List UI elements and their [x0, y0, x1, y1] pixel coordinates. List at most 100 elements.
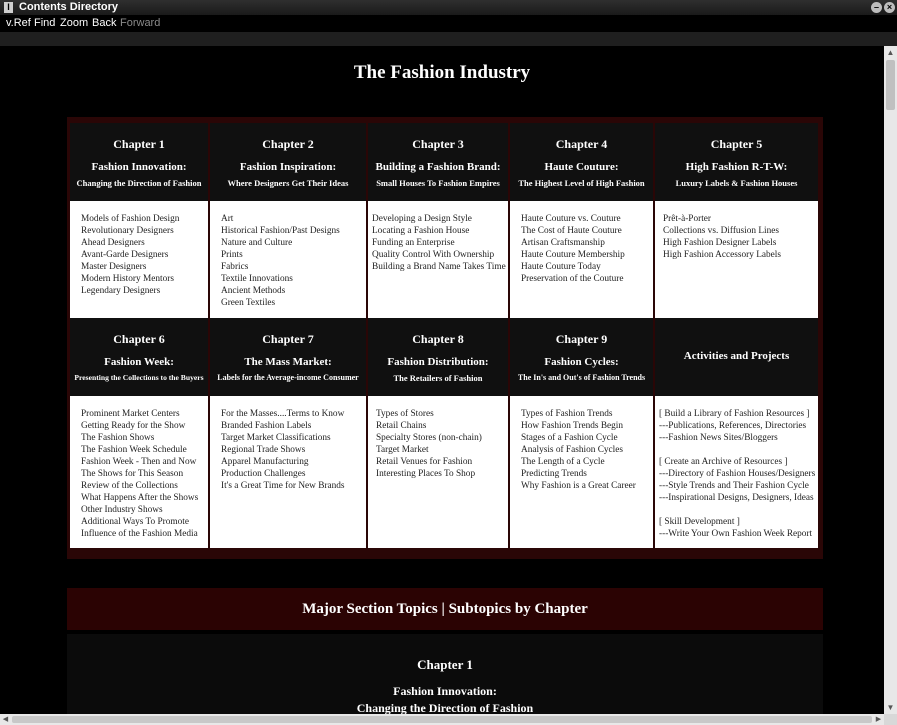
chapter-subtitle[interactable]: The Retailers of Fashion — [368, 373, 508, 383]
chapter-subtitle[interactable]: Changing the Direction of Fashion — [70, 178, 208, 188]
activity-item[interactable]: ---Publications, References, Directories — [659, 420, 815, 432]
topic-link[interactable]: Legendary Designers — [81, 285, 179, 297]
topic-link[interactable]: Prominent Market Centers — [81, 408, 198, 420]
chapter-number[interactable]: Chapter 1 — [70, 137, 208, 152]
activities-title[interactable]: Activities and Projects — [655, 350, 818, 362]
topic-link[interactable]: The Fashion Shows — [81, 432, 198, 444]
topic-link[interactable]: Stages of a Fashion Cycle — [521, 432, 636, 444]
topic-link[interactable]: High Fashion Designer Labels — [663, 237, 781, 249]
topic-link[interactable]: Locating a Fashion House — [372, 225, 506, 237]
topic-link[interactable]: Branded Fashion Labels — [221, 420, 345, 432]
topic-link[interactable]: Analysis of Fashion Cycles — [521, 444, 636, 456]
chapter-name[interactable]: Fashion Cycles: — [510, 356, 653, 368]
activity-item[interactable]: ---Write Your Own Fashion Week Report — [659, 528, 815, 540]
topic-link[interactable]: Types of Stores — [376, 408, 482, 420]
chapter-name[interactable]: High Fashion R-T-W: — [655, 161, 818, 173]
topic-link[interactable]: Models of Fashion Design — [81, 213, 179, 225]
close-icon[interactable]: × — [884, 2, 895, 13]
chapter-number[interactable]: Chapter 3 — [368, 137, 508, 152]
scroll-right-icon[interactable]: ▶ — [873, 714, 884, 725]
chapter-subtitle[interactable]: The In's and Out's of Fashion Trends — [510, 373, 653, 382]
topic-link[interactable]: How Fashion Trends Begin — [521, 420, 636, 432]
chapter-subtitle[interactable]: Luxury Labels & Fashion Houses — [655, 178, 818, 188]
menu-find[interactable]: Find — [34, 17, 55, 29]
topic-link[interactable]: Review of the Collections — [81, 480, 198, 492]
menu-back[interactable]: Back — [92, 17, 116, 29]
topic-link[interactable]: Regional Trade Shows — [221, 444, 345, 456]
chapter-number[interactable]: Chapter 9 — [510, 332, 653, 347]
topic-link[interactable]: Prints — [221, 249, 340, 261]
horizontal-scroll-thumb[interactable] — [12, 716, 872, 723]
topic-link[interactable]: Target Market — [376, 444, 482, 456]
topic-link[interactable]: Green Textiles — [221, 297, 340, 309]
topic-link[interactable]: Art — [221, 213, 340, 225]
scroll-down-icon[interactable]: ▼ — [884, 701, 897, 714]
topic-link[interactable]: Production Challenges — [221, 468, 345, 480]
topic-link[interactable]: Fashion Week - Then and Now — [81, 456, 198, 468]
topic-link[interactable]: Types of Fashion Trends — [521, 408, 636, 420]
activity-item[interactable]: [ Create an Archive of Resources ] — [659, 456, 815, 468]
activity-item[interactable]: ---Inspirational Designs, Designers, Ide… — [659, 492, 815, 504]
chapter-name[interactable]: Building a Fashion Brand: — [368, 161, 508, 173]
topic-link[interactable]: The Length of a Cycle — [521, 456, 636, 468]
horizontal-scrollbar[interactable]: ◀ ▶ — [0, 714, 884, 725]
topic-link[interactable]: For the Masses....Terms to Know — [221, 408, 345, 420]
topic-link[interactable]: Predicting Trends — [521, 468, 636, 480]
topic-link[interactable]: Other Industry Shows — [81, 504, 198, 516]
topic-link[interactable]: Additional Ways To Promote — [81, 516, 198, 528]
topic-link[interactable]: What Happens After the Shows — [81, 492, 198, 504]
topic-link[interactable]: The Shows for This Season — [81, 468, 198, 480]
topic-link[interactable]: The Fashion Week Schedule — [81, 444, 198, 456]
activity-item[interactable]: ---Style Trends and Their Fashion Cycle — [659, 480, 815, 492]
topic-link[interactable]: Avant-Garde Designers — [81, 249, 179, 261]
chapter-subtitle[interactable]: Small Houses To Fashion Empires — [368, 178, 508, 188]
chapter-subtitle[interactable]: Where Designers Get Their Ideas — [210, 178, 366, 188]
topic-link[interactable]: Specialty Stores (non-chain) — [376, 432, 482, 444]
chapter-name[interactable]: Fashion Innovation: — [70, 161, 208, 173]
activity-item[interactable]: ---Fashion News Sites/Bloggers — [659, 432, 815, 444]
scroll-up-icon[interactable]: ▲ — [884, 46, 897, 59]
chapter-number[interactable]: Chapter 8 — [368, 332, 508, 347]
topic-link[interactable]: Preservation of the Couture — [521, 273, 625, 285]
topic-link[interactable]: Ancient Methods — [221, 285, 340, 297]
chapter-name[interactable]: The Mass Market: — [210, 356, 366, 368]
topic-link[interactable]: Developing a Design Style — [372, 213, 506, 225]
chapter-name[interactable]: Haute Couture: — [510, 161, 653, 173]
topic-link[interactable]: Haute Couture Membership — [521, 249, 625, 261]
topic-link[interactable]: Why Fashion is a Great Career — [521, 480, 636, 492]
topic-link[interactable]: Retail Chains — [376, 420, 482, 432]
topic-link[interactable]: Historical Fashion/Past Designs — [221, 225, 340, 237]
chapter-number[interactable]: Chapter 7 — [210, 332, 366, 347]
topic-link[interactable]: Quality Control With Ownership — [372, 249, 506, 261]
chapter-subtitle[interactable]: The Highest Level of High Fashion — [510, 178, 653, 188]
topic-link[interactable]: Retail Venues for Fashion — [376, 456, 482, 468]
vertical-scroll-thumb[interactable] — [886, 60, 895, 110]
topic-link[interactable]: Fabrics — [221, 261, 340, 273]
vertical-scrollbar[interactable]: ▲ ▼ — [884, 46, 897, 714]
chapter-number[interactable]: Chapter 5 — [655, 137, 818, 152]
topic-link[interactable]: Artisan Craftsmanship — [521, 237, 625, 249]
topic-link[interactable]: High Fashion Accessory Labels — [663, 249, 781, 261]
activity-item[interactable]: [ Skill Development ] — [659, 516, 815, 528]
topic-link[interactable]: Modern History Mentors — [81, 273, 179, 285]
topic-link[interactable]: Getting Ready for the Show — [81, 420, 198, 432]
topic-link[interactable]: Building a Brand Name Takes Time — [372, 261, 506, 273]
chapter-name[interactable]: Fashion Distribution: — [368, 356, 508, 368]
chapter-number[interactable]: Chapter 6 — [70, 332, 208, 347]
chapter-number[interactable]: Chapter 2 — [210, 137, 366, 152]
menu-vref[interactable]: v.Ref — [6, 17, 31, 29]
topic-link[interactable]: Haute Couture vs. Couture — [521, 213, 625, 225]
topic-link[interactable]: The Cost of Haute Couture — [521, 225, 625, 237]
chapter-name[interactable]: Fashion Week: — [70, 356, 208, 368]
topic-link[interactable]: Interesting Places To Shop — [376, 468, 482, 480]
topic-link[interactable]: Funding an Enterprise — [372, 237, 506, 249]
topic-link[interactable]: Collections vs. Diffusion Lines — [663, 225, 781, 237]
topic-link[interactable]: Revolutionary Designers — [81, 225, 179, 237]
topic-link[interactable]: Master Designers — [81, 261, 179, 273]
topic-link[interactable]: It's a Great Time for New Brands — [221, 480, 345, 492]
topic-link[interactable]: Textile Innovations — [221, 273, 340, 285]
menu-zoom[interactable]: Zoom — [60, 17, 88, 29]
topic-link[interactable]: Ahead Designers — [81, 237, 179, 249]
minimize-icon[interactable]: – — [871, 2, 882, 13]
scroll-left-icon[interactable]: ◀ — [0, 714, 11, 725]
